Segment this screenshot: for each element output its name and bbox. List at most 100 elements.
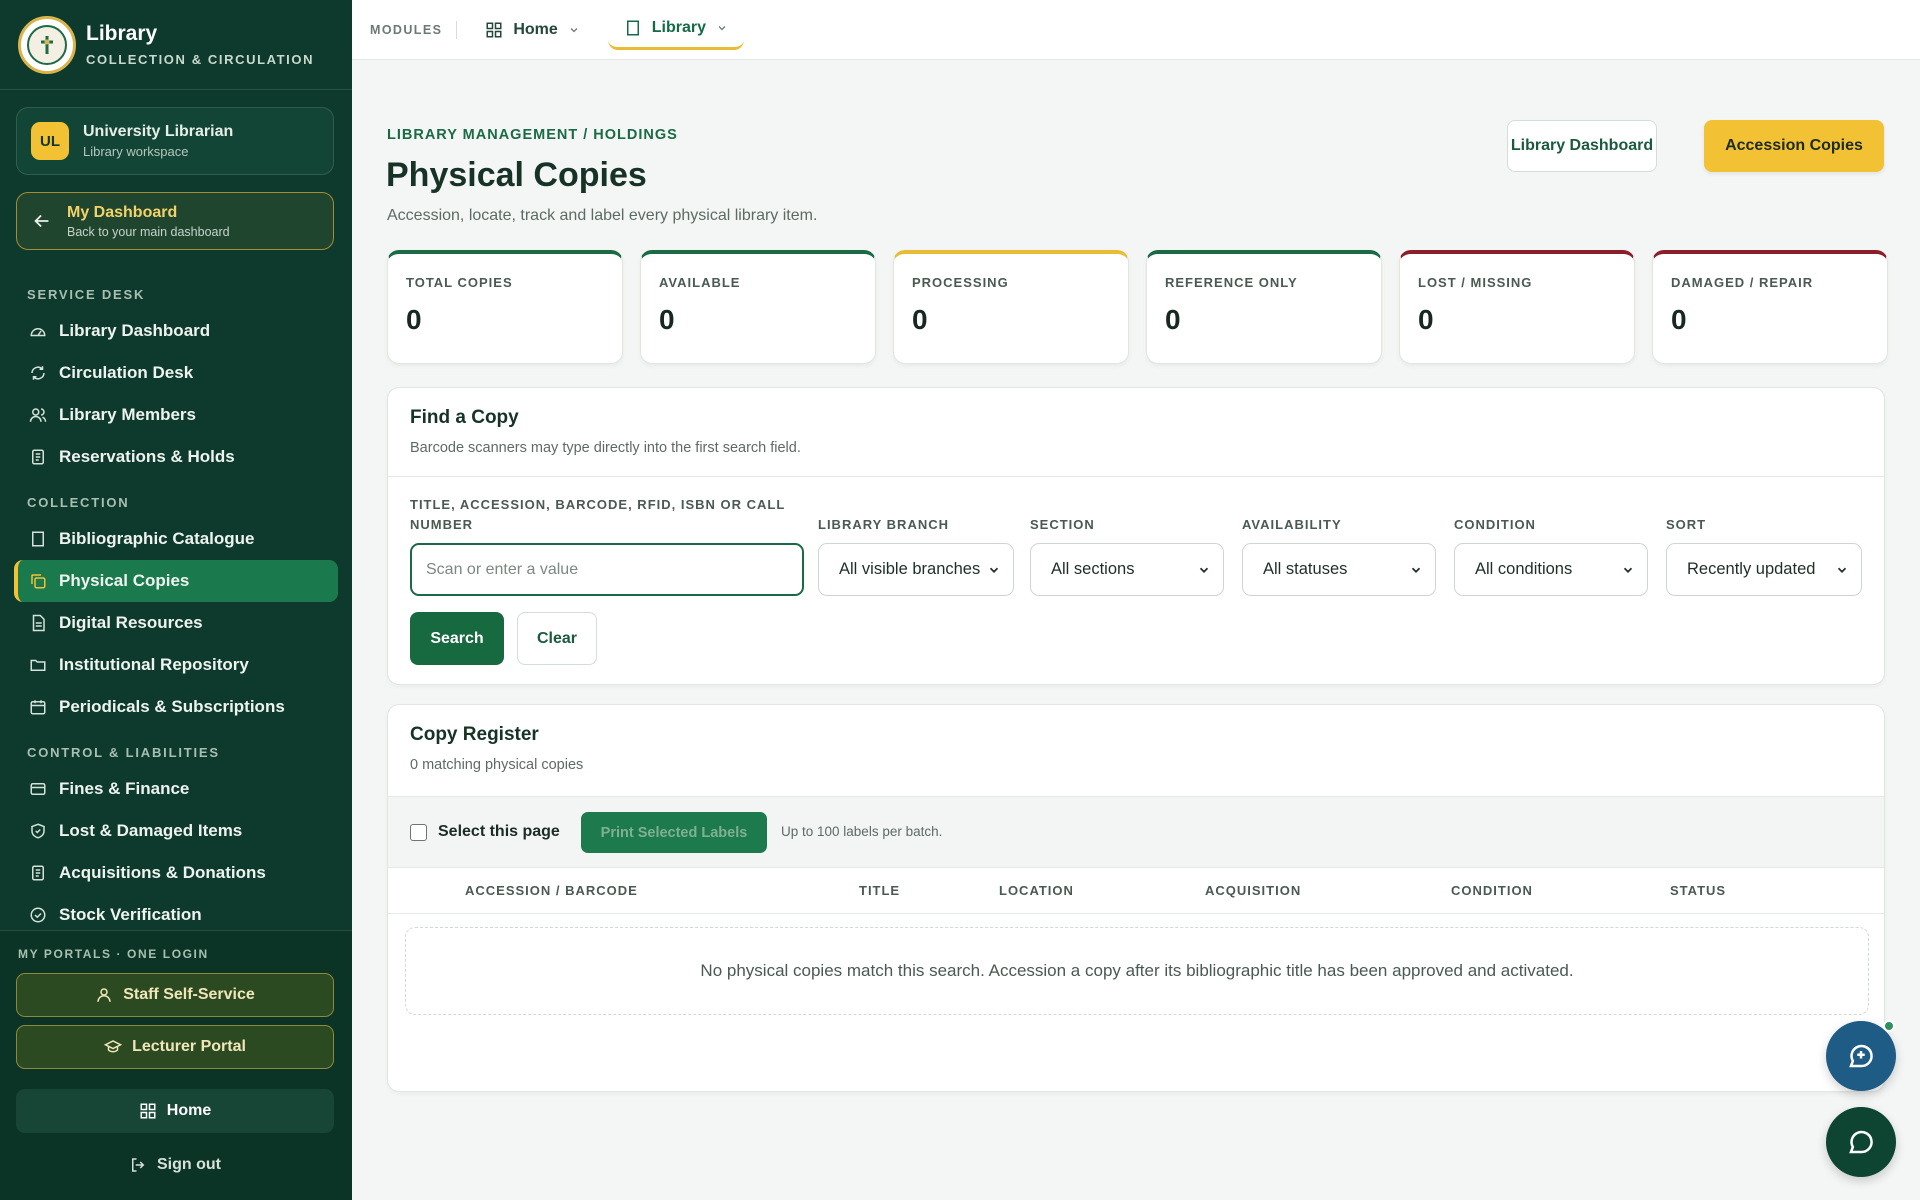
- online-indicator: [1883, 1020, 1895, 1032]
- stat-lost-missing: LOST / MISSING 0: [1399, 250, 1635, 364]
- accession-copies-button[interactable]: Accession Copies: [1704, 120, 1884, 172]
- stat-label: TOTAL COPIES: [406, 275, 513, 290]
- search-button[interactable]: Search: [410, 612, 504, 665]
- sidebar-item-label: Stock Verification: [59, 905, 202, 924]
- copy-register-card: Copy Register 0 matching physical copies…: [387, 704, 1885, 1092]
- availability-label: AVAILABILITY: [1242, 517, 1342, 532]
- copy-register-title: Copy Register: [410, 724, 539, 745]
- section-select[interactable]: All sections: [1030, 543, 1224, 596]
- sidebar-item-bibliographic-catalogue[interactable]: Bibliographic Catalogue: [14, 518, 338, 560]
- sidebar-item-label: Physical Copies: [59, 571, 190, 590]
- ai-assistant-button[interactable]: [1826, 1021, 1896, 1091]
- column-header-status[interactable]: STATUS: [1670, 883, 1726, 898]
- sidebar-item-circulation-desk[interactable]: Circulation Desk: [14, 352, 338, 394]
- sidebar-item-lost-damaged[interactable]: Lost & Damaged Items: [14, 810, 338, 852]
- modules-label: MODULES: [370, 20, 458, 39]
- chevron-down-icon: [570, 27, 578, 32]
- select-page-checkbox[interactable]: [410, 824, 427, 841]
- availability-select[interactable]: All statuses: [1242, 543, 1436, 596]
- sidebar-item-label: Library Dashboard: [59, 321, 211, 340]
- sidebar-item-institutional-repository[interactable]: Institutional Repository: [14, 644, 338, 686]
- search-input[interactable]: [410, 543, 804, 596]
- sidebar-item-label: Library Members: [59, 405, 196, 424]
- sidebar-item-reservations[interactable]: Reservations & Holds: [14, 436, 338, 478]
- stat-label: DAMAGED / REPAIR: [1671, 275, 1814, 290]
- brand-subtitle: COLLECTION & CIRCULATION: [86, 52, 315, 67]
- sort-select[interactable]: Recently updated: [1666, 543, 1862, 596]
- lecturer-portal-button[interactable]: Lecturer Portal: [16, 1025, 334, 1069]
- sidebar-item-digital-resources[interactable]: Digital Resources: [14, 602, 338, 644]
- lecturer-portal-label: Lecturer Portal: [132, 1038, 246, 1055]
- select-page-label[interactable]: Select this page: [438, 823, 560, 841]
- column-header-acquisition[interactable]: ACQUISITION: [1205, 883, 1301, 898]
- library-dashboard-button[interactable]: Library Dashboard: [1507, 120, 1657, 172]
- section-label: SECTION: [1030, 517, 1095, 532]
- user-card[interactable]: UL University Librarian Library workspac…: [16, 107, 334, 175]
- sidebar-item-periodicals[interactable]: Periodicals & Subscriptions: [14, 686, 338, 728]
- chevron-down-icon: [989, 567, 999, 573]
- chevron-down-icon: [1411, 567, 1421, 573]
- grid-icon: [486, 22, 502, 37]
- book-icon: [626, 20, 639, 36]
- sidebar-item-label: Institutional Repository: [59, 655, 249, 674]
- stat-value: 0: [1165, 304, 1181, 335]
- sidebar-item-stock-verification[interactable]: Stock Verification: [14, 894, 338, 930]
- calendar-icon: [27, 696, 49, 718]
- top-bar: MODULES Home Library: [352, 0, 1920, 60]
- library-logo: [18, 15, 76, 74]
- check-circle-icon: [27, 904, 49, 926]
- nav-section-collection: COLLECTION: [27, 494, 130, 510]
- staff-self-service-button[interactable]: Staff Self-Service: [16, 973, 334, 1017]
- sidebar-item-library-dashboard[interactable]: Library Dashboard: [14, 310, 338, 352]
- chat-button[interactable]: [1826, 1107, 1896, 1177]
- my-dashboard-link[interactable]: My Dashboard Back to your main dashboard: [16, 192, 334, 250]
- brand-title: Library: [86, 22, 158, 45]
- column-header-accession[interactable]: ACCESSION / BARCODE: [465, 883, 638, 898]
- sort-label: SORT: [1666, 517, 1707, 532]
- sidebar-item-physical-copies[interactable]: Physical Copies: [14, 560, 338, 602]
- top-tab-library[interactable]: Library: [607, 10, 745, 50]
- copy-register-count: 0 matching physical copies: [410, 757, 584, 773]
- user-name: University Librarian: [83, 123, 234, 140]
- column-header-title[interactable]: TITLE: [859, 883, 900, 898]
- clipboard-icon: [27, 862, 49, 884]
- branch-select[interactable]: All visible branches: [818, 543, 1014, 596]
- column-header-condition[interactable]: CONDITION: [1451, 883, 1533, 898]
- stat-value: 0: [1418, 304, 1434, 335]
- stat-available: AVAILABLE 0: [640, 250, 876, 364]
- user-icon: [97, 988, 111, 1002]
- stat-label: LOST / MISSING: [1418, 275, 1533, 290]
- print-labels-button[interactable]: Print Selected Labels: [581, 812, 767, 853]
- stat-value: 0: [1671, 304, 1687, 335]
- sidebar-item-label: Lost & Damaged Items: [59, 821, 243, 840]
- stat-reference-only: REFERENCE ONLY 0: [1146, 250, 1382, 364]
- chevron-down-icon: [1623, 567, 1633, 573]
- query-label: TITLE, ACCESSION, BARCODE, RFID, ISBN OR…: [410, 497, 786, 532]
- column-header-location[interactable]: LOCATION: [999, 883, 1074, 898]
- sign-out-button[interactable]: Sign out: [16, 1143, 334, 1187]
- logout-icon: [132, 1158, 145, 1172]
- top-tab-library-label: Library: [651, 19, 707, 36]
- user-role: Library workspace: [83, 144, 189, 159]
- sidebar-item-library-members[interactable]: Library Members: [14, 394, 338, 436]
- chevron-down-icon: [718, 26, 726, 31]
- top-tab-home[interactable]: Home: [469, 10, 595, 50]
- find-copy-subtitle: Barcode scanners may type directly into …: [410, 440, 801, 456]
- file-icon: [27, 612, 49, 634]
- refresh-icon: [27, 362, 49, 384]
- my-dashboard-title: My Dashboard: [67, 203, 178, 221]
- stat-value: 0: [659, 304, 675, 335]
- sidebar-item-acquisitions[interactable]: Acquisitions & Donations: [14, 852, 338, 894]
- sort-select-value: Recently updated: [1687, 560, 1816, 578]
- condition-label: CONDITION: [1454, 517, 1536, 532]
- chevron-down-icon: [1837, 567, 1847, 573]
- sidebar-nav: SERVICE DESK Library Dashboard Circulati…: [0, 270, 352, 930]
- condition-select[interactable]: All conditions: [1454, 543, 1648, 596]
- card-icon: [27, 778, 49, 800]
- staff-self-service-label: Staff Self-Service: [123, 986, 255, 1003]
- clear-button[interactable]: Clear: [517, 612, 597, 665]
- sidebar-home-button[interactable]: Home: [16, 1089, 334, 1133]
- folder-icon: [27, 654, 49, 676]
- sidebar-item-fines-finance[interactable]: Fines & Finance: [14, 768, 338, 810]
- clipboard-icon: [27, 446, 49, 468]
